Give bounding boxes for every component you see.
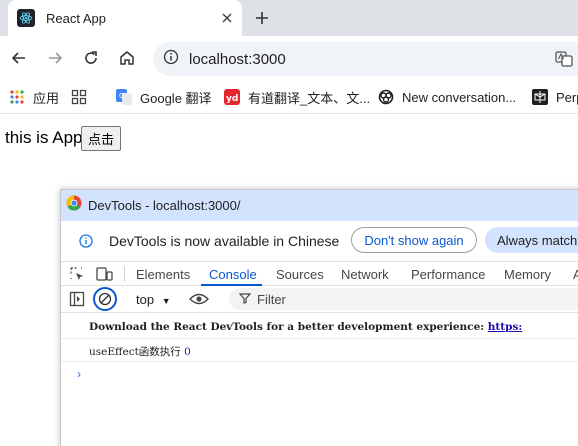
chevron-down-icon: ▼ [161, 296, 171, 306]
filter-input[interactable]: Filter [229, 288, 578, 310]
devtools-window-title: DevTools - localhost:3000/ [88, 198, 241, 213]
bookmark-new-conversation[interactable]: New conversation... [378, 88, 516, 106]
device-toolbar-icon[interactable] [96, 266, 114, 287]
bookmark-youdao[interactable]: yd 有道翻译_文本、文... [224, 88, 370, 106]
home-icon[interactable] [117, 48, 137, 68]
console-value: 0 [184, 346, 191, 358]
inspect-element-icon[interactable] [69, 266, 85, 287]
bookmark-label: Perp [556, 89, 578, 105]
apps-label: 应用 [33, 90, 60, 106]
browser-tab[interactable]: React App [8, 0, 242, 36]
divider [124, 266, 125, 282]
eye-icon[interactable] [189, 292, 209, 311]
dont-show-again-button[interactable]: Don't show again [351, 227, 477, 253]
filter-placeholder: Filter [257, 291, 286, 307]
app-text: this is App [5, 128, 83, 147]
tab-performance[interactable]: Performance [411, 267, 485, 282]
chrome-logo-icon [66, 195, 82, 216]
bookmark-perplexity[interactable]: Perp [532, 88, 578, 106]
back-arrow-icon[interactable] [9, 48, 29, 68]
bookmark-google-translate[interactable]: G Google 翻译 [116, 88, 212, 106]
devtools-window: DevTools - localhost:3000/ DevTools is n… [60, 189, 578, 446]
console-message-text: useEffect函数执行 [89, 346, 185, 358]
devtools-titlebar: DevTools - localhost:3000/ [61, 190, 578, 221]
info-icon [79, 234, 93, 253]
close-tab-icon[interactable] [220, 11, 234, 25]
console-message: useEffect函数执行 0 [89, 344, 191, 359]
bookmark-label: 有道翻译_文本、文... [248, 90, 371, 106]
bookmark-label: New conversation... [402, 89, 517, 105]
forward-arrow-icon[interactable] [45, 48, 65, 68]
reload-icon[interactable] [81, 48, 101, 68]
bookmarks-bar: 应用 G Google 翻译 yd 有道翻译_文本、文... New conve… [0, 80, 578, 114]
perplexity-icon [532, 89, 548, 105]
divider [61, 361, 578, 362]
infobar-message: DevTools is now available in Chinese [109, 233, 340, 249]
tab-strip: React App [0, 0, 578, 36]
svg-text:yd: yd [226, 94, 238, 104]
console-toolbar: top ▼ Filter [61, 286, 578, 313]
tab-console[interactable]: Console [209, 267, 257, 282]
clear-console-icon[interactable] [93, 287, 117, 311]
openai-icon [378, 89, 394, 105]
bookmark-label: Google 翻译 [140, 90, 212, 106]
console-message: Download the React DevTools for a better… [89, 321, 522, 333]
new-tab-icon[interactable] [252, 8, 272, 28]
context-selector[interactable]: top ▼ [136, 292, 171, 307]
divider [61, 338, 578, 339]
translate-icon[interactable] [555, 50, 573, 68]
console-message-text: Download the React DevTools for a better… [89, 321, 488, 333]
url-text: localhost:3000 [189, 50, 286, 68]
tab-application[interactable]: A [573, 267, 578, 282]
tab-groups-icon [71, 89, 87, 105]
react-favicon-icon [17, 9, 35, 27]
devtools-tab-bar: Elements Console Sources Network Perform… [61, 261, 578, 286]
apps-grid-icon [9, 89, 25, 105]
filter-icon [238, 292, 252, 307]
react-devtools-link[interactable]: https: [488, 321, 522, 333]
youdao-icon: yd [224, 89, 240, 105]
tab-title: React App [46, 10, 106, 26]
tab-network[interactable]: Network [341, 267, 389, 282]
svg-text:G: G [119, 92, 124, 100]
always-match-button[interactable]: Always match [485, 227, 578, 253]
console-prompt-icon[interactable]: › [77, 367, 81, 381]
click-button[interactable]: 点击 [81, 126, 122, 151]
tab-sources[interactable]: Sources [276, 267, 324, 282]
tab-groups-button[interactable] [71, 88, 95, 106]
apps-shortcut[interactable]: 应用 [9, 88, 59, 106]
tab-memory[interactable]: Memory [504, 267, 551, 282]
site-info-icon[interactable] [163, 49, 179, 70]
sidebar-toggle-icon[interactable] [69, 291, 85, 312]
context-value: top [136, 292, 155, 307]
tab-elements[interactable]: Elements [136, 267, 190, 282]
google-translate-icon: G [116, 89, 132, 105]
language-infobar: DevTools is now available in Chinese Don… [61, 221, 578, 261]
address-bar[interactable]: localhost:3000 [153, 42, 578, 76]
